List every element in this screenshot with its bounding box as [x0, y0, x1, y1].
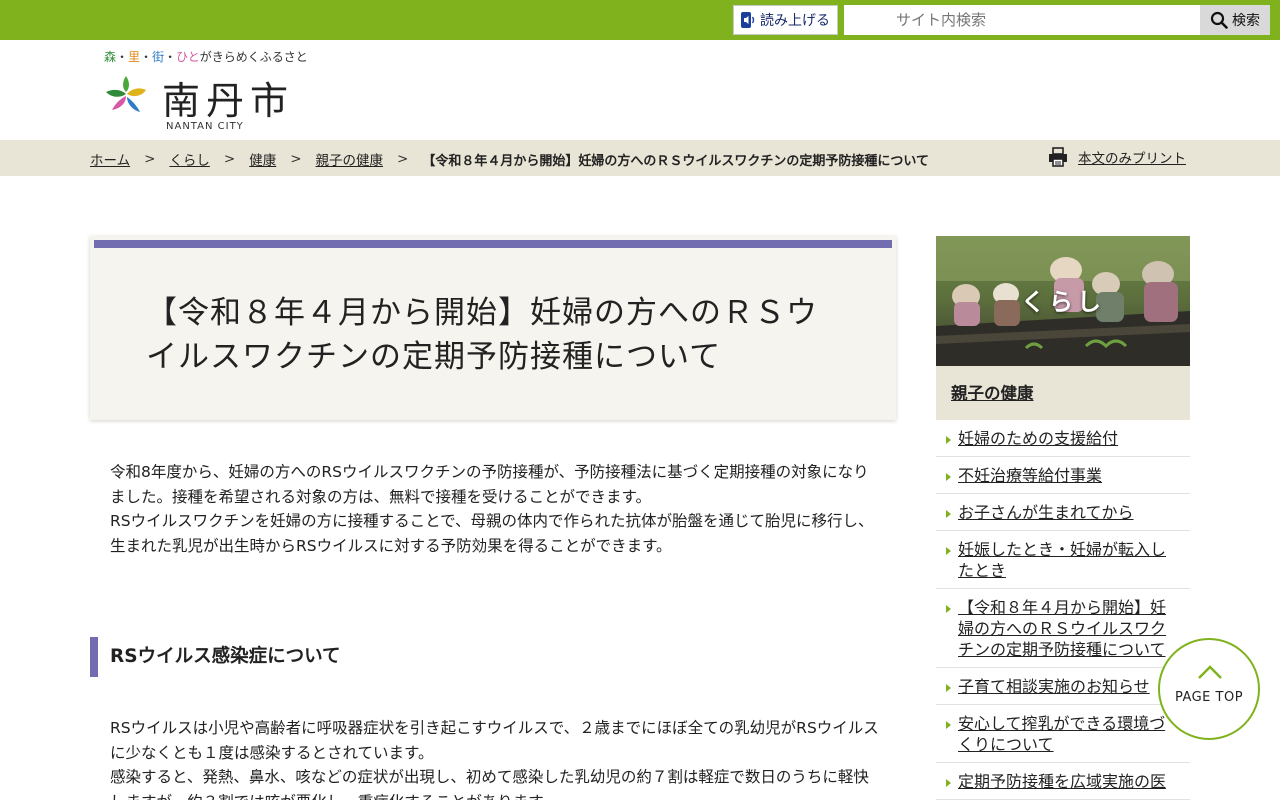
sidebar-item[interactable]: 【令和８年４月から開始】妊婦の方へのＲＳウイルスワクチンの定期予防接種について	[936, 589, 1190, 668]
section-paragraph: RSウイルスは小児や高齢者に呼吸器症状を引き起こすウイルスで、２歳までにほぼ全て…	[110, 719, 879, 762]
page-title: 【令和８年４月から開始】妊婦の方へのＲＳウイルスワクチンの定期予防接種について	[146, 295, 818, 375]
intro-text: 令和8年度から、妊婦の方へのRSウイルスワクチンの予防接種が、予防接種法に基づく…	[110, 460, 880, 558]
sidebar-item-link[interactable]: 【令和８年４月から開始】妊婦の方へのＲＳウイルスワクチンの定期予防接種について	[958, 598, 1166, 659]
search-input[interactable]	[844, 5, 1200, 35]
sidebar-item[interactable]: 妊娠したとき・妊婦が転入したとき	[936, 531, 1190, 589]
breadcrumb-parent-child-health[interactable]: 親子の健康	[316, 149, 384, 169]
breadcrumb: ホーム > くらし > 健康 > 親子の健康 > 【令和８年４月から開始】妊婦の…	[90, 149, 929, 169]
list-arrow-icon	[946, 473, 951, 481]
breadcrumb-current: 【令和８年４月から開始】妊婦の方へのＲＳウイルスワクチンの定期予防接種について	[422, 153, 929, 169]
logo-tagline: 森・里・街・ひとがきらめくふるさと	[104, 48, 308, 65]
tagline-part: ひと	[176, 50, 200, 64]
sidebar-item[interactable]: 子育て相談実施のお知らせ	[936, 668, 1190, 705]
tagline-part: 里	[128, 50, 141, 64]
site-logo[interactable]: 森・里・街・ひとがきらめくふるさと 南丹市 NANTAN CITY	[100, 48, 308, 136]
sidebar-item-link[interactable]: 不妊治療等給付事業	[958, 466, 1102, 485]
sidebar-item[interactable]: 安心して搾乳ができる環境づくりについて	[936, 705, 1190, 763]
sidebar-banner-label: くらし	[1021, 288, 1105, 316]
tagline-part: ・	[140, 50, 153, 64]
section-paragraph: 感染すると、発熱、鼻水、咳などの症状が出現し、初めて感染した乳幼児の約７割は軽症…	[110, 768, 869, 800]
read-aloud-button[interactable]: 読み上げる	[733, 5, 838, 35]
search-button-label: 検索	[1232, 13, 1260, 29]
title-accent-bar	[94, 240, 892, 248]
page-top-label: PAGE TOP	[1174, 690, 1244, 705]
sidebar-item-link[interactable]: 安心して搾乳ができる環境づくりについて	[958, 714, 1165, 754]
chevron-up-icon	[1198, 665, 1222, 679]
sidebar-item[interactable]: お子さんが生まれてから	[936, 494, 1190, 531]
sidebar-heading-link[interactable]: 親子の健康	[951, 384, 1034, 403]
sidebar-item-link[interactable]: 妊婦のための支援給付	[958, 429, 1118, 448]
sidebar-item-link[interactable]: 定期予防接種を広域実施の医	[958, 772, 1166, 791]
sidebar-item[interactable]: 定期予防接種を広域実施の医	[936, 763, 1190, 800]
section-body: RSウイルスは小児や高齢者に呼吸器症状を引き起こすウイルスで、２歳までにほぼ全て…	[110, 716, 880, 800]
intro-paragraph: RSウイルスワクチンを妊婦の方に接種することで、母親の体内で作られた抗体が胎盤を…	[110, 512, 874, 555]
section-heading: RSウイルス感染症について	[90, 637, 880, 677]
intro-paragraph: 令和8年度から、妊婦の方へのRSウイルスワクチンの予防接種が、予防接種法に基づく…	[110, 463, 869, 506]
tagline-part: ・	[116, 50, 129, 64]
read-aloud-label: 読み上げる	[760, 13, 830, 29]
sidebar-list: 妊婦のための支援給付 不妊治療等給付事業 お子さんが生まれてから 妊娠したとき・…	[936, 420, 1190, 800]
top-bar: 読み上げる 検索	[0, 0, 1280, 40]
speaker-icon	[740, 11, 756, 29]
breadcrumb-kurashi[interactable]: くらし	[169, 149, 210, 169]
breadcrumb-bar: ホーム > くらし > 健康 > 親子の健康 > 【令和８年４月から開始】妊婦の…	[0, 140, 1280, 176]
list-arrow-icon	[946, 436, 951, 444]
list-arrow-icon	[946, 605, 951, 613]
sidebar-heading: 親子の健康	[936, 366, 1190, 420]
tagline-part: がきらめくふるさと	[199, 50, 308, 64]
print-label[interactable]: 本文のみプリント	[1078, 147, 1186, 167]
list-arrow-icon	[946, 684, 951, 692]
breadcrumb-separator: >	[144, 151, 156, 167]
city-name-english: NANTAN CITY	[166, 121, 244, 132]
list-arrow-icon	[946, 721, 951, 729]
breadcrumb-separator: >	[397, 151, 409, 167]
sidebar-category-banner[interactable]: くらし	[936, 236, 1190, 366]
tagline-part: ・	[164, 50, 177, 64]
breadcrumb-separator: >	[223, 151, 236, 167]
city-name: 南丹市	[162, 79, 295, 123]
breadcrumb-separator: >	[290, 151, 302, 167]
tagline-part: 森	[104, 50, 117, 64]
tagline-part: 街	[152, 50, 165, 64]
sidebar-item[interactable]: 不妊治療等給付事業	[936, 457, 1190, 494]
site-search: 検索	[844, 5, 1270, 35]
page-title-box: 【令和８年４月から開始】妊婦の方へのＲＳウイルスワクチンの定期予防接種について	[90, 236, 896, 420]
city-emblem-icon	[106, 76, 146, 112]
print-link[interactable]: 本文のみプリント	[1048, 147, 1186, 167]
search-icon	[1210, 11, 1228, 29]
sidebar-item[interactable]: 妊婦のための支援給付	[936, 420, 1190, 457]
page-top-button[interactable]: PAGE TOP	[1158, 638, 1260, 740]
breadcrumb-home[interactable]: ホーム	[90, 149, 130, 169]
list-arrow-icon	[946, 510, 951, 518]
list-arrow-icon	[946, 779, 951, 787]
list-arrow-icon	[946, 547, 951, 555]
sidebar-item-link[interactable]: お子さんが生まれてから	[958, 503, 1134, 522]
search-button[interactable]: 検索	[1200, 5, 1270, 35]
sidebar-item-link[interactable]: 子育て相談実施のお知らせ	[958, 677, 1150, 696]
breadcrumb-health[interactable]: 健康	[249, 149, 276, 169]
print-icon	[1049, 147, 1067, 167]
sidebar-item-link[interactable]: 妊娠したとき・妊婦が転入したとき	[958, 540, 1166, 580]
